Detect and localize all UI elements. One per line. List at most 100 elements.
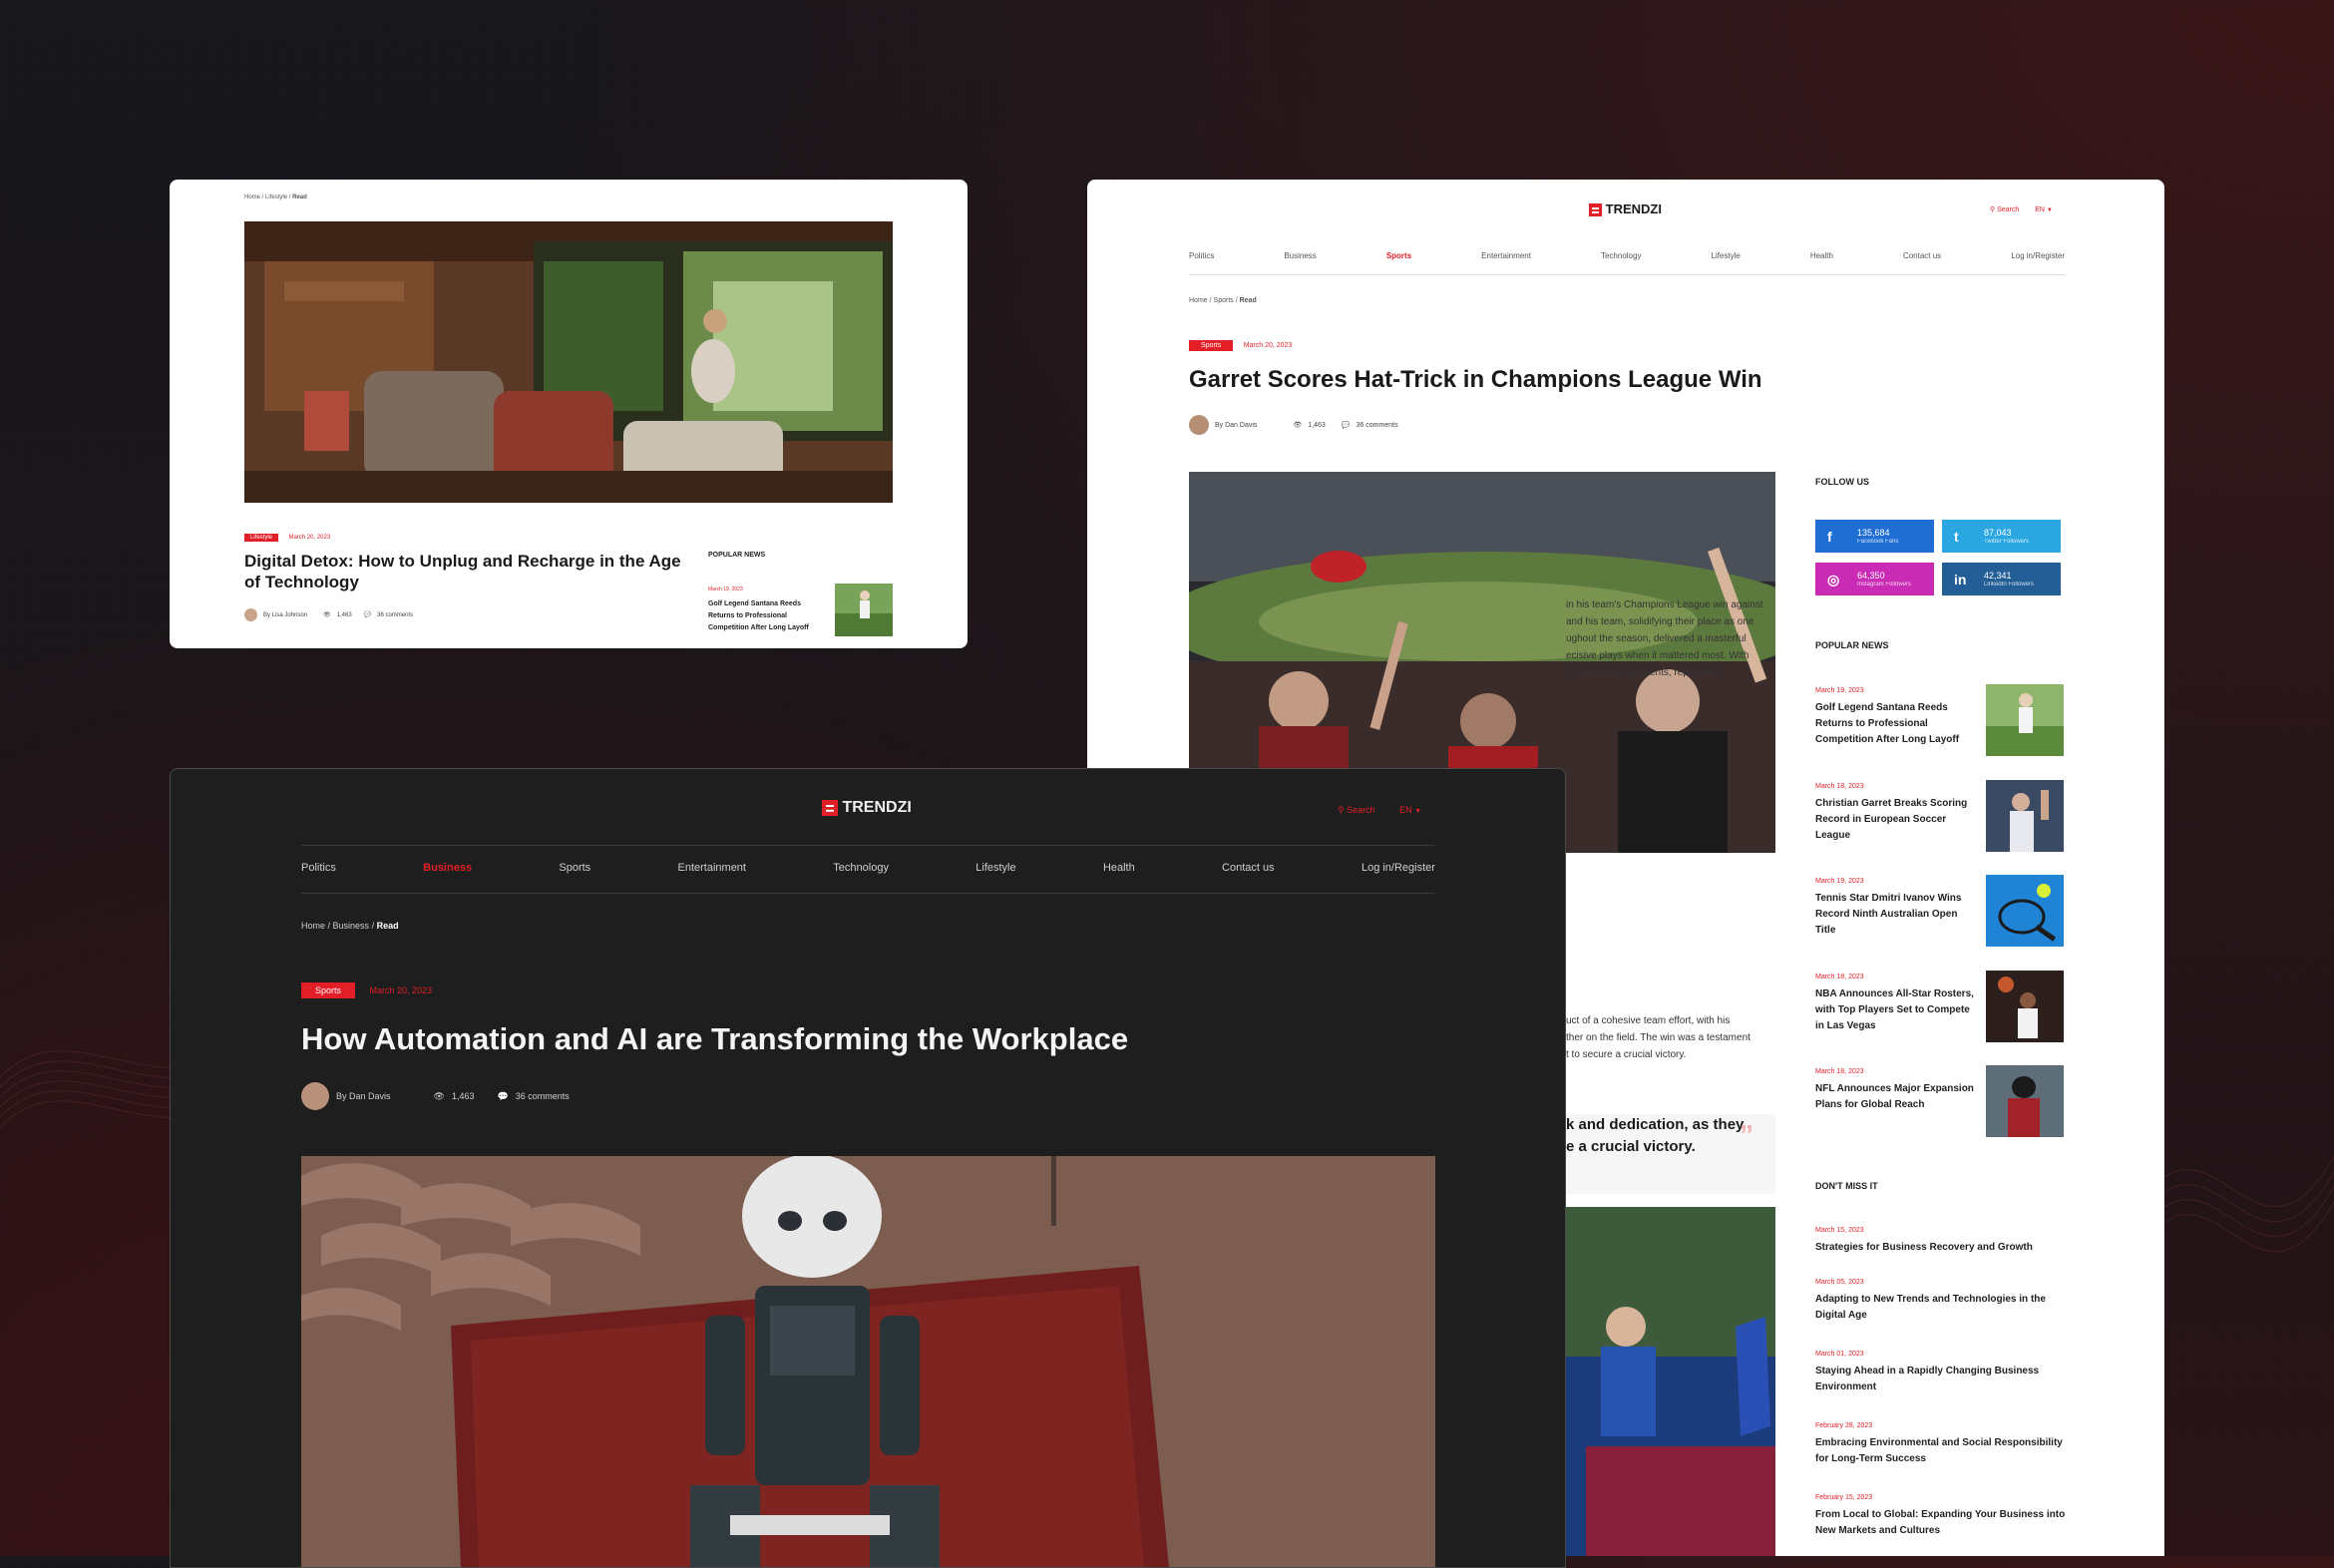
dont-miss-item[interactable]: March 15, 2023 Strategies for Business R… bbox=[1815, 1227, 2070, 1279]
dont-miss-item[interactable]: February 28, 2023 Embracing Environmenta… bbox=[1815, 1422, 2070, 1494]
nav-sports[interactable]: Sports bbox=[1386, 251, 1411, 260]
popular-item[interactable]: March 19, 2023 Golf Legend Santana Reeds… bbox=[708, 587, 828, 634]
author-name[interactable]: By Dan Davis bbox=[1215, 422, 1257, 429]
author-avatar[interactable] bbox=[301, 1082, 329, 1110]
linkedin-button[interactable]: in 42,341 LinkedIn Followers bbox=[1942, 563, 2061, 595]
article-title[interactable]: Digital Detox: How to Unplug and Recharg… bbox=[244, 551, 683, 592]
nav-login[interactable]: Log in/Register bbox=[1362, 862, 1435, 874]
views-count: 1,463 bbox=[336, 611, 352, 618]
instagram-label: Instagram Followers bbox=[1857, 582, 1912, 588]
site-logo[interactable]: TRENDZI bbox=[822, 799, 912, 817]
dont-miss-date: March 15, 2023 bbox=[1815, 1227, 1864, 1234]
facebook-button[interactable]: f 135,684 Facebook Fans bbox=[1815, 520, 1934, 553]
popular-thumbnail-golf[interactable] bbox=[1986, 684, 2064, 756]
linkedin-icon: in bbox=[1954, 572, 1967, 588]
dont-miss-title[interactable]: From Local to Global: Expanding Your Bus… bbox=[1815, 1507, 2070, 1539]
popular-item-title[interactable]: Golf Legend Santana Reeds Returns to Pro… bbox=[1815, 700, 1975, 748]
nav-entertainment[interactable]: Entertainment bbox=[1481, 251, 1531, 260]
nav-business[interactable]: Business bbox=[1284, 251, 1316, 260]
popular-item-title[interactable]: Golf Legend Santana Reeds Returns to Pro… bbox=[708, 598, 828, 634]
search-link[interactable]: Search bbox=[1347, 805, 1375, 815]
popular-item[interactable]: March 18, 2023 NFL Announces Major Expan… bbox=[1815, 1068, 1975, 1113]
chevron-down-icon[interactable]: ▼ bbox=[2047, 207, 2053, 213]
nav-technology[interactable]: Technology bbox=[1601, 251, 1641, 260]
nav-business[interactable]: Business bbox=[423, 862, 472, 874]
twitter-count: 87,043 bbox=[1984, 528, 2012, 538]
comments-count[interactable]: 36 comments bbox=[516, 1091, 570, 1101]
dont-miss-item[interactable]: March 05, 2023 Adapting to New Trends an… bbox=[1815, 1279, 2070, 1351]
card-business-article-dark: TRENDZI ⚲ Search EN ▼ Politics Business … bbox=[170, 768, 1566, 1568]
breadcrumb-home[interactable]: Home bbox=[301, 921, 325, 931]
popular-thumbnail-nfl[interactable] bbox=[1986, 1065, 2064, 1137]
dont-miss-title[interactable]: Strategies for Business Recovery and Gro… bbox=[1815, 1240, 2070, 1256]
nav-health[interactable]: Health bbox=[1103, 862, 1135, 874]
language-select[interactable]: EN bbox=[2035, 206, 2045, 213]
author-name[interactable]: By Lisa Johnson bbox=[263, 612, 307, 618]
breadcrumb-current: Read bbox=[292, 195, 307, 200]
language-select[interactable]: EN bbox=[1399, 805, 1412, 815]
article-meta-row: Sports March 20, 2023 bbox=[301, 980, 432, 998]
instagram-button[interactable]: ◎ 64,350 Instagram Followers bbox=[1815, 563, 1934, 595]
twitter-button[interactable]: t 87,043 Twitter Followers bbox=[1942, 520, 2061, 553]
popular-item-title[interactable]: NBA Announces All-Star Rosters, with Top… bbox=[1815, 986, 1975, 1034]
popular-item-date: March 19, 2023 bbox=[708, 587, 743, 592]
nav-health[interactable]: Health bbox=[1810, 251, 1833, 260]
category-tag[interactable]: Lifestyle bbox=[244, 534, 279, 542]
nav-divider-top bbox=[301, 845, 1435, 846]
popular-thumbnail-nba[interactable] bbox=[1986, 971, 2064, 1042]
comments-count[interactable]: 36 comments bbox=[377, 612, 413, 618]
body-line: and his team, solidifying their place as… bbox=[1566, 616, 1754, 627]
author-avatar[interactable] bbox=[244, 608, 257, 621]
author-name[interactable]: By Dan Davis bbox=[336, 1091, 391, 1101]
category-tag[interactable]: Sports bbox=[1189, 340, 1234, 351]
nav-login[interactable]: Log in/Register bbox=[2011, 251, 2065, 260]
popular-thumbnail-tennis[interactable] bbox=[1986, 875, 2064, 947]
search-icon[interactable]: ⚲ bbox=[1338, 805, 1345, 815]
popular-item-thumbnail[interactable] bbox=[835, 584, 893, 636]
popular-item-title[interactable]: Christian Garret Breaks Scoring Record i… bbox=[1815, 796, 1975, 844]
dont-miss-title[interactable]: Adapting to New Trends and Technologies … bbox=[1815, 1292, 2070, 1324]
author-row: By Dan Davis 👁 1,463 💬 36 comments bbox=[301, 1082, 570, 1110]
nav-contact[interactable]: Contact us bbox=[1903, 251, 1941, 260]
nav-contact[interactable]: Contact us bbox=[1222, 862, 1275, 874]
hero-image-cozy-room[interactable] bbox=[244, 221, 893, 503]
nav-politics[interactable]: Politics bbox=[1189, 251, 1214, 260]
body-line: uct of a cohesive team effort, with his bbox=[1566, 1015, 1731, 1026]
breadcrumb-section[interactable]: Lifestyle bbox=[265, 195, 287, 200]
popular-item[interactable]: March 19, 2023 Tennis Star Dmitri Ivanov… bbox=[1815, 878, 1975, 939]
popular-item[interactable]: March 18, 2023 Christian Garret Breaks S… bbox=[1815, 783, 1975, 844]
popular-item[interactable]: March 18, 2023 NBA Announces All-Star Ro… bbox=[1815, 974, 1975, 1034]
second-image-fans[interactable] bbox=[1566, 1207, 1775, 1556]
nav-lifestyle[interactable]: Lifestyle bbox=[1711, 251, 1740, 260]
author-avatar[interactable] bbox=[1189, 415, 1209, 435]
nav-politics[interactable]: Politics bbox=[301, 862, 336, 874]
popular-thumbnail-soccer[interactable] bbox=[1986, 780, 2064, 852]
category-tag[interactable]: Sports bbox=[301, 982, 356, 998]
breadcrumb-section[interactable]: Sports bbox=[1214, 297, 1234, 304]
popular-item-title[interactable]: NFL Announces Major Expansion Plans for … bbox=[1815, 1081, 1975, 1113]
site-logo[interactable]: TRENDZI bbox=[1589, 201, 1662, 217]
search-link[interactable]: Search bbox=[1997, 206, 2019, 213]
main-nav: Politics Business Sports Entertainment T… bbox=[1189, 251, 2065, 260]
search-icon[interactable]: ⚲ bbox=[1990, 206, 1995, 213]
popular-item-title[interactable]: Tennis Star Dmitri Ivanov Wins Record Ni… bbox=[1815, 891, 1975, 939]
nav-lifestyle[interactable]: Lifestyle bbox=[975, 862, 1015, 874]
popular-item[interactable]: March 19, 2023 Golf Legend Santana Reeds… bbox=[1815, 687, 1975, 748]
article-date: March 20, 2023 bbox=[288, 535, 331, 541]
dont-miss-item[interactable]: March 01, 2023 Staying Ahead in a Rapidl… bbox=[1815, 1351, 2070, 1422]
breadcrumb-home[interactable]: Home bbox=[1189, 297, 1208, 304]
nav-entertainment[interactable]: Entertainment bbox=[678, 862, 746, 874]
dont-miss-title[interactable]: Staying Ahead in a Rapidly Changing Busi… bbox=[1815, 1364, 2070, 1395]
nav-sports[interactable]: Sports bbox=[559, 862, 590, 874]
comments-count[interactable]: 36 comments bbox=[1357, 422, 1398, 429]
dont-miss-title[interactable]: Embracing Environmental and Social Respo… bbox=[1815, 1435, 2070, 1467]
breadcrumb-home[interactable]: Home bbox=[244, 195, 260, 200]
dont-miss-item[interactable]: February 15, 2023 From Local to Global: … bbox=[1815, 1494, 2070, 1556]
quote-mark-icon: ” bbox=[1740, 1119, 1753, 1150]
dont-miss-date: February 15, 2023 bbox=[1815, 1494, 1873, 1501]
popular-item-date: March 19, 2023 bbox=[1815, 687, 1864, 694]
breadcrumb-section[interactable]: Business bbox=[333, 921, 370, 931]
nav-technology[interactable]: Technology bbox=[833, 862, 889, 874]
chevron-down-icon[interactable]: ▼ bbox=[1414, 808, 1421, 815]
hero-image-robot[interactable] bbox=[301, 1156, 1435, 1567]
